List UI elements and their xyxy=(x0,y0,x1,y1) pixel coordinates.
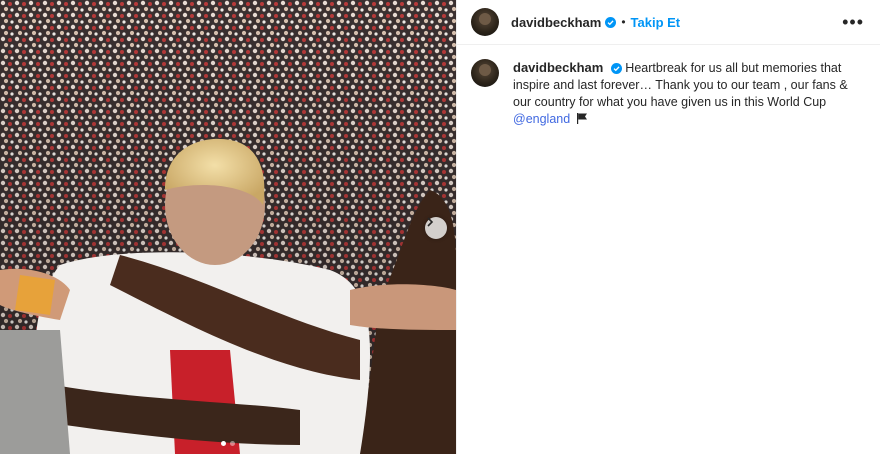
black-flag-icon xyxy=(576,113,587,124)
caption: davidbeckham Heartbreak for us all but m… xyxy=(513,59,864,128)
caption-comment: davidbeckham Heartbreak for us all but m… xyxy=(457,45,880,128)
next-slide-button[interactable] xyxy=(425,217,447,239)
separator: • xyxy=(621,15,626,29)
caption-avatar[interactable] xyxy=(471,59,499,87)
verified-badge-icon xyxy=(605,16,617,28)
more-options-icon[interactable]: ••• xyxy=(842,12,864,33)
chevron-right-icon xyxy=(427,217,434,227)
follow-button[interactable]: Takip Et xyxy=(631,15,681,30)
post-sidebar: davidbeckham • Takip Et ••• davidbeckham… xyxy=(456,0,880,454)
avatar[interactable] xyxy=(471,8,499,36)
mention-link[interactable]: @england xyxy=(513,112,570,126)
carousel-dot xyxy=(230,441,235,446)
caption-username-link[interactable]: davidbeckham xyxy=(513,60,603,75)
username-link[interactable]: davidbeckham xyxy=(511,15,601,30)
verified-badge-icon xyxy=(610,63,622,75)
carousel-dot-active xyxy=(221,441,226,446)
post-media[interactable] xyxy=(0,0,456,454)
post-photo xyxy=(0,0,456,454)
carousel-indicator xyxy=(0,441,456,446)
post-header: davidbeckham • Takip Et ••• xyxy=(457,0,880,45)
instagram-post: davidbeckham • Takip Et ••• davidbeckham… xyxy=(0,0,880,454)
